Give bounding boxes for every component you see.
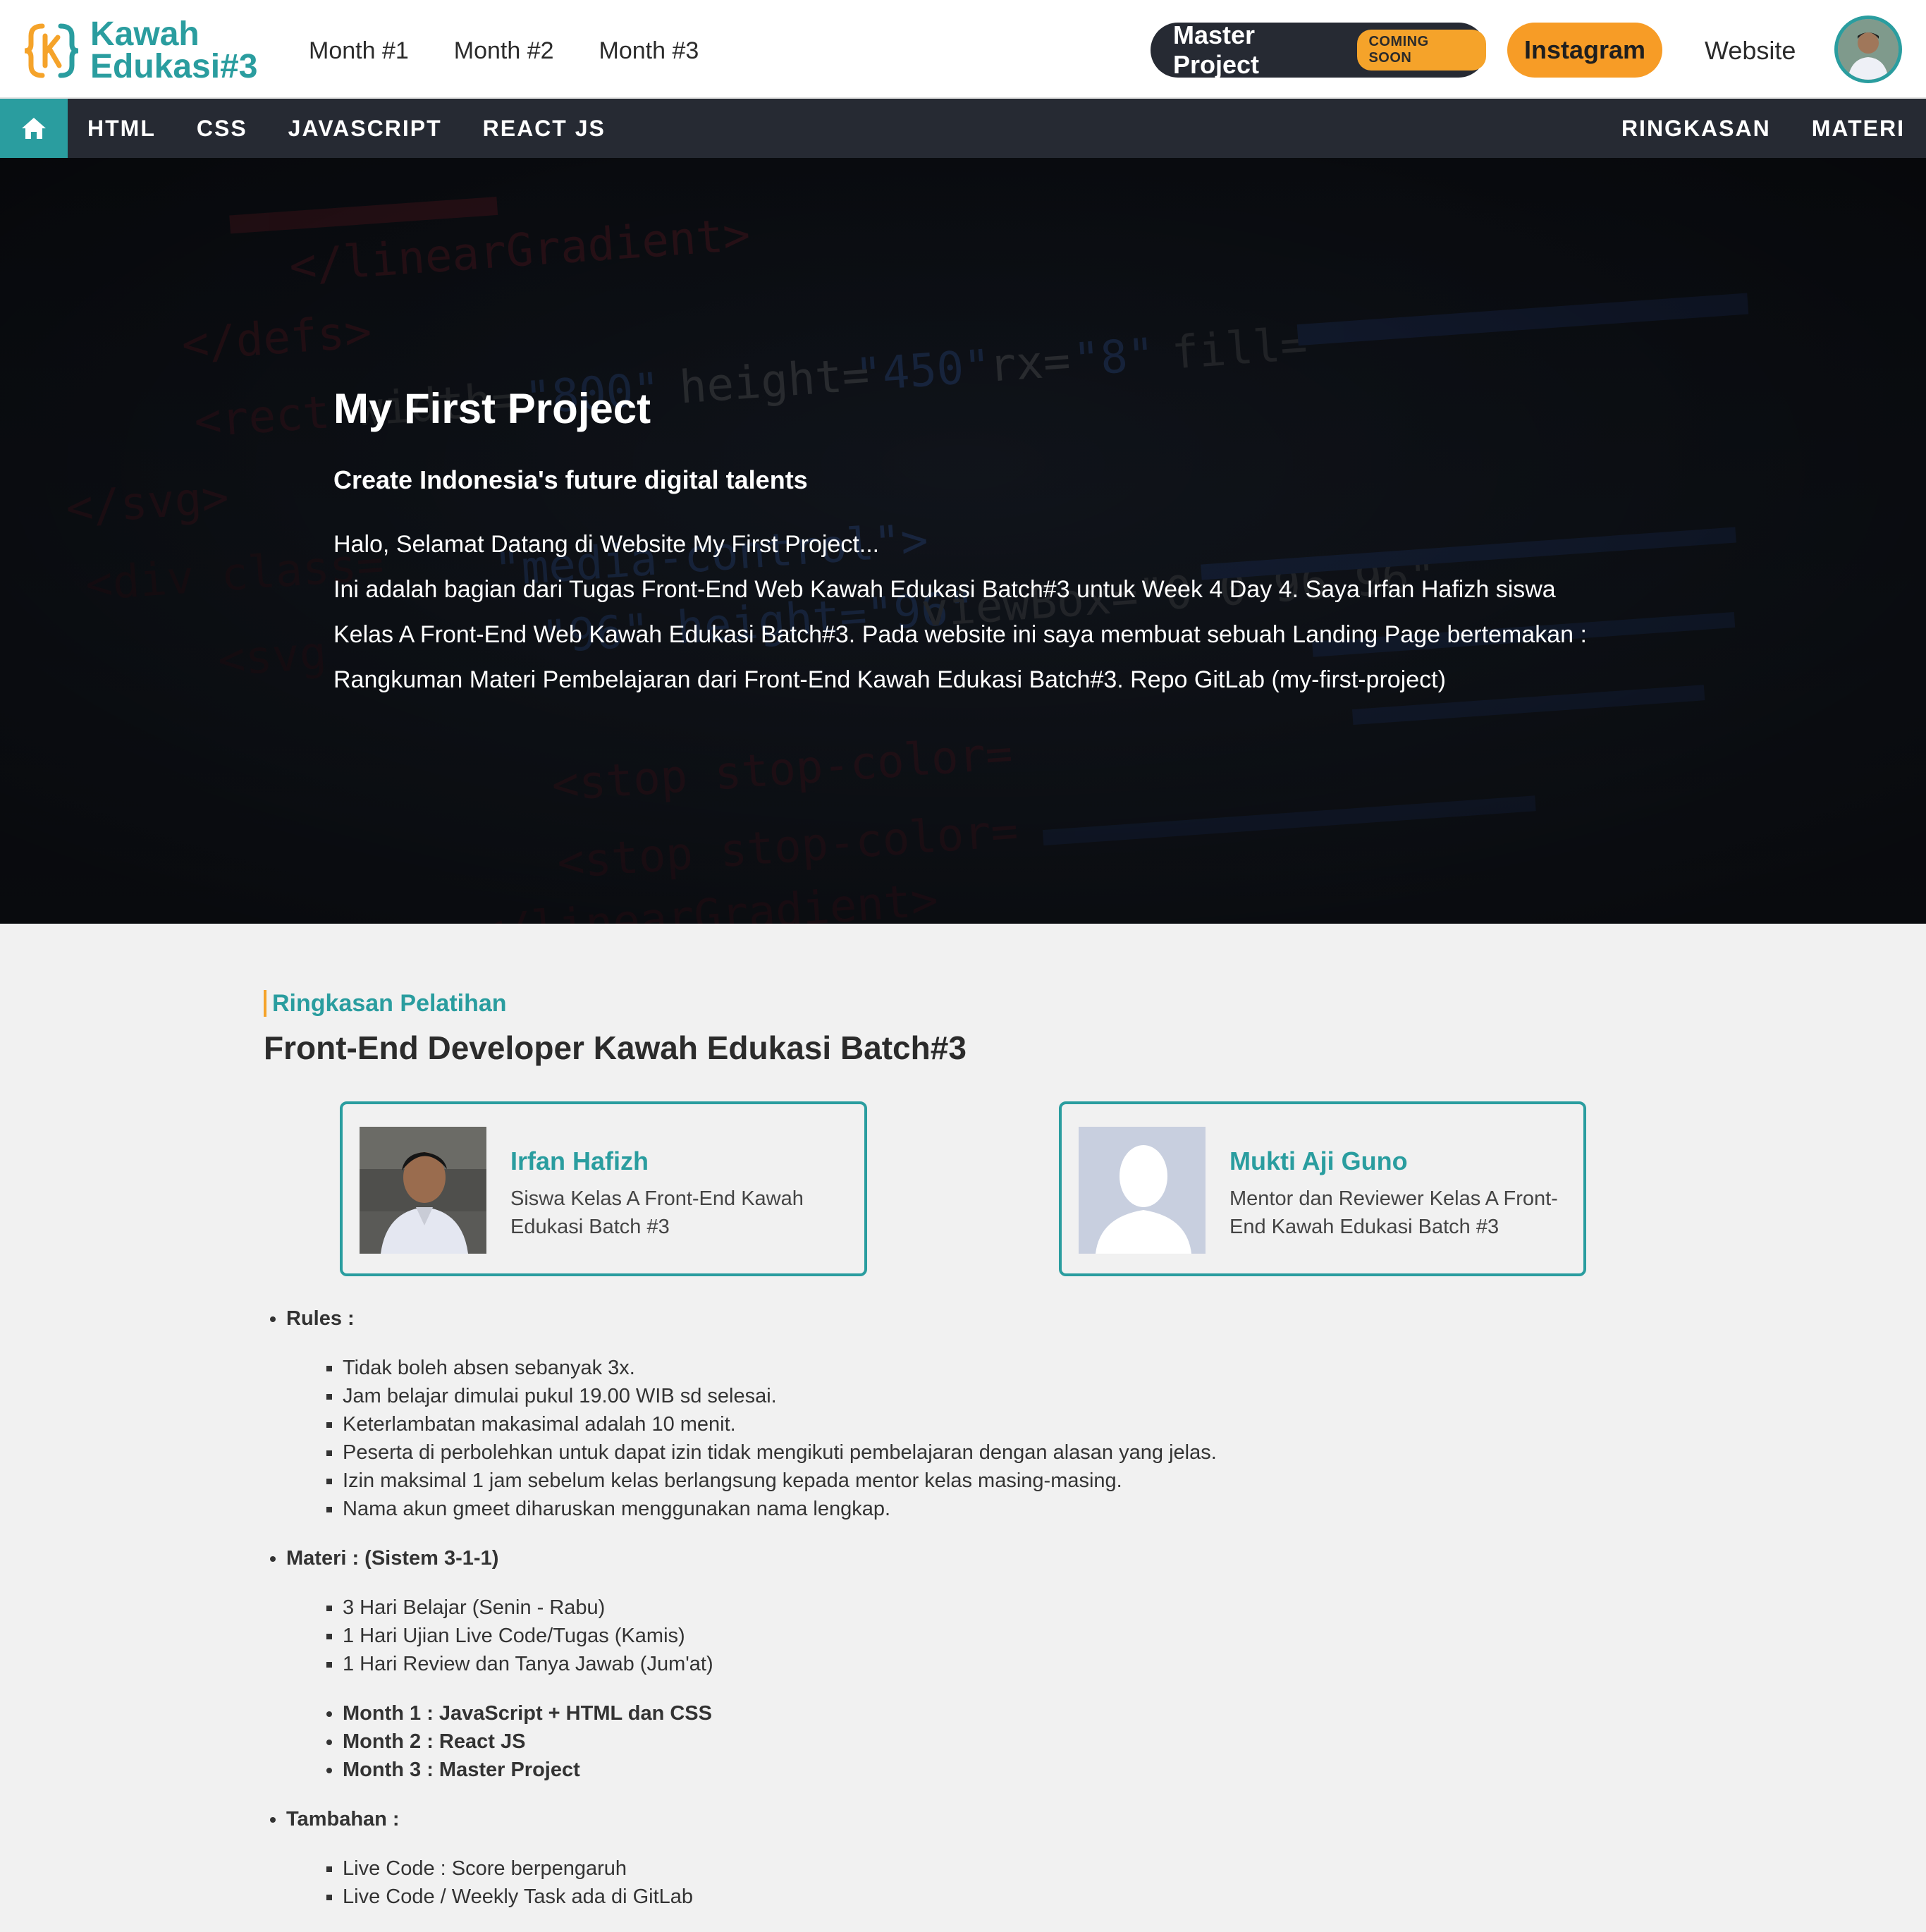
avatar-photo [1838,19,1899,80]
rules-section: Rules : Tidak boleh absen sebanyak 3x. J… [286,1304,1674,1523]
month-item: Month 2 : React JS [343,1728,1674,1756]
hero-content: My First Project Create Indonesia's futu… [333,384,1645,702]
section-links: RINGKASAN MATERI [1621,99,1905,158]
home-button[interactable] [0,99,68,158]
master-project-label: Master Project [1173,20,1260,79]
mentor-card: Mukti Aji Guno Mentor dan Reviewer Kelas… [1059,1101,1586,1276]
list-item: Nama akun gmeet diharuskan menggunakan n… [343,1495,1674,1523]
brand-logo[interactable]: Kawah Edukasi#3 [21,17,257,85]
training-details: Rules : Tidak boleh absen sebanyak 3x. J… [264,1304,1674,1932]
month-plan-list: Month 1 : JavaScript + HTML dan CSS Mont… [286,1699,1674,1784]
student-photo [360,1127,486,1254]
materi-heading: Materi : (Sistem 3-1-1) [286,1547,499,1570]
month-item: Month 1 : JavaScript + HTML dan CSS [343,1699,1674,1728]
instagram-button[interactable]: Instagram [1507,23,1662,78]
nav-month-2[interactable]: Month #2 [454,31,554,71]
list-item: 1 Hari Review dan Tanya Jawab (Jum'at) [343,1650,1674,1678]
hero-title: My First Project [333,385,651,432]
list-item: Jam belajar dimulai pukul 19.00 WIB sd s… [343,1382,1674,1410]
summary-section: Ringkasan Pelatihan Front-End Developer … [264,987,1674,1070]
student-role: Siswa Kelas A Front-End Kawah Edukasi Ba… [510,1187,804,1238]
coming-soon-badge: COMING SOON [1357,30,1486,71]
hero-text-line-1: Halo, Selamat Datang di Website My First… [333,531,880,558]
rules-heading: Rules : [286,1307,355,1330]
hero-section: </linearGradient> </defs> <rect width= "… [0,158,1926,924]
list-item: Izin maksimal 1 jam sebelum kelas berlan… [343,1467,1674,1495]
month-item: Month 3 : Master Project [343,1756,1674,1784]
nav-html[interactable]: HTML [87,116,156,142]
hero-text-line-3: Kelas A Front-End Web Kawah Edukasi Batc… [333,621,1587,648]
default-avatar-icon [1079,1127,1206,1254]
section-eyebrow: Ringkasan Pelatihan [264,987,1674,1020]
section-nav: HTML CSS JAVASCRIPT REACT JS RINGKASAN M… [0,99,1926,158]
eyebrow-label: Ringkasan Pelatihan [272,990,507,1017]
materi-list: 3 Hari Belajar (Senin - Rabu) 1 Hari Uji… [286,1594,1674,1678]
top-header: Kawah Edukasi#3 Month #1 Month #2 Month … [0,0,1926,99]
list-item: Keterlambatan makasimal adalah 10 menit. [343,1410,1674,1438]
hero-intro-text: Halo, Selamat Datang di Website My First… [333,522,1645,702]
tambahan-list: Live Code : Score berpengaruh Live Code … [286,1854,1674,1911]
brand-line-1: Kawah [90,16,200,53]
kawah-logo-icon [24,23,79,78]
nav-month-1[interactable]: Month #1 [309,31,409,71]
accent-bar [264,990,266,1017]
master-project-button[interactable]: Master Project COMING SOON [1151,20,1486,79]
tambahan-heading: Tambahan : [286,1808,400,1830]
list-item: Peserta di perbolehkan untuk dapat izin … [343,1438,1674,1467]
nav-month-3[interactable]: Month #3 [599,31,699,71]
website-link[interactable]: Website [1705,31,1796,71]
section-title: Front-End Developer Kawah Edukasi Batch#… [264,1029,967,1066]
nav-ringkasan[interactable]: RINGKASAN [1621,116,1771,142]
list-item: 1 Hari Ujian Live Code/Tugas (Kamis) [343,1622,1674,1650]
list-item: Live Code / Weekly Task ada di GitLab [343,1883,1674,1911]
brand-line-2: Edukasi#3 [90,48,258,85]
materi-section: Materi : (Sistem 3-1-1) 3 Hari Belajar (… [286,1544,1674,1784]
student-photo-image [360,1127,486,1254]
rules-list: Tidak boleh absen sebanyak 3x. Jam belaj… [286,1354,1674,1523]
hero-text-line-4: Rangkuman Materi Pembelajaran dari Front… [333,666,1446,693]
month-nav: Month #1 Month #2 Month #3 [309,31,699,71]
tech-links: HTML CSS JAVASCRIPT REACT JS [87,99,606,158]
hero-subtitle: Create Indonesia's future digital talent… [333,465,808,494]
mentor-role: Mentor dan Reviewer Kelas A Front-End Ka… [1229,1187,1558,1238]
hero-text-line-2: Ini adalah bagian dari Tugas Front-End W… [333,576,1556,603]
nav-javascript[interactable]: JAVASCRIPT [288,116,442,142]
home-icon [22,118,46,139]
list-item: Live Code : Score berpengaruh [343,1854,1674,1883]
student-name: Irfan Hafizh [510,1147,649,1175]
list-item: 3 Hari Belajar (Senin - Rabu) [343,1594,1674,1622]
tambahan-section: Tambahan : Live Code : Score berpengaruh… [286,1805,1674,1911]
nav-materi[interactable]: MATERI [1812,116,1905,142]
student-card: Irfan Hafizh Siswa Kelas A Front-End Kaw… [340,1101,867,1276]
profile-avatar[interactable] [1834,16,1902,83]
nav-css[interactable]: CSS [197,116,247,142]
brand-name: Kawah Edukasi#3 [90,16,258,85]
mentor-photo [1079,1127,1206,1254]
mentor-name: Mukti Aji Guno [1229,1147,1408,1175]
nav-react-js[interactable]: REACT JS [483,116,606,142]
list-item: Tidak boleh absen sebanyak 3x. [343,1354,1674,1382]
